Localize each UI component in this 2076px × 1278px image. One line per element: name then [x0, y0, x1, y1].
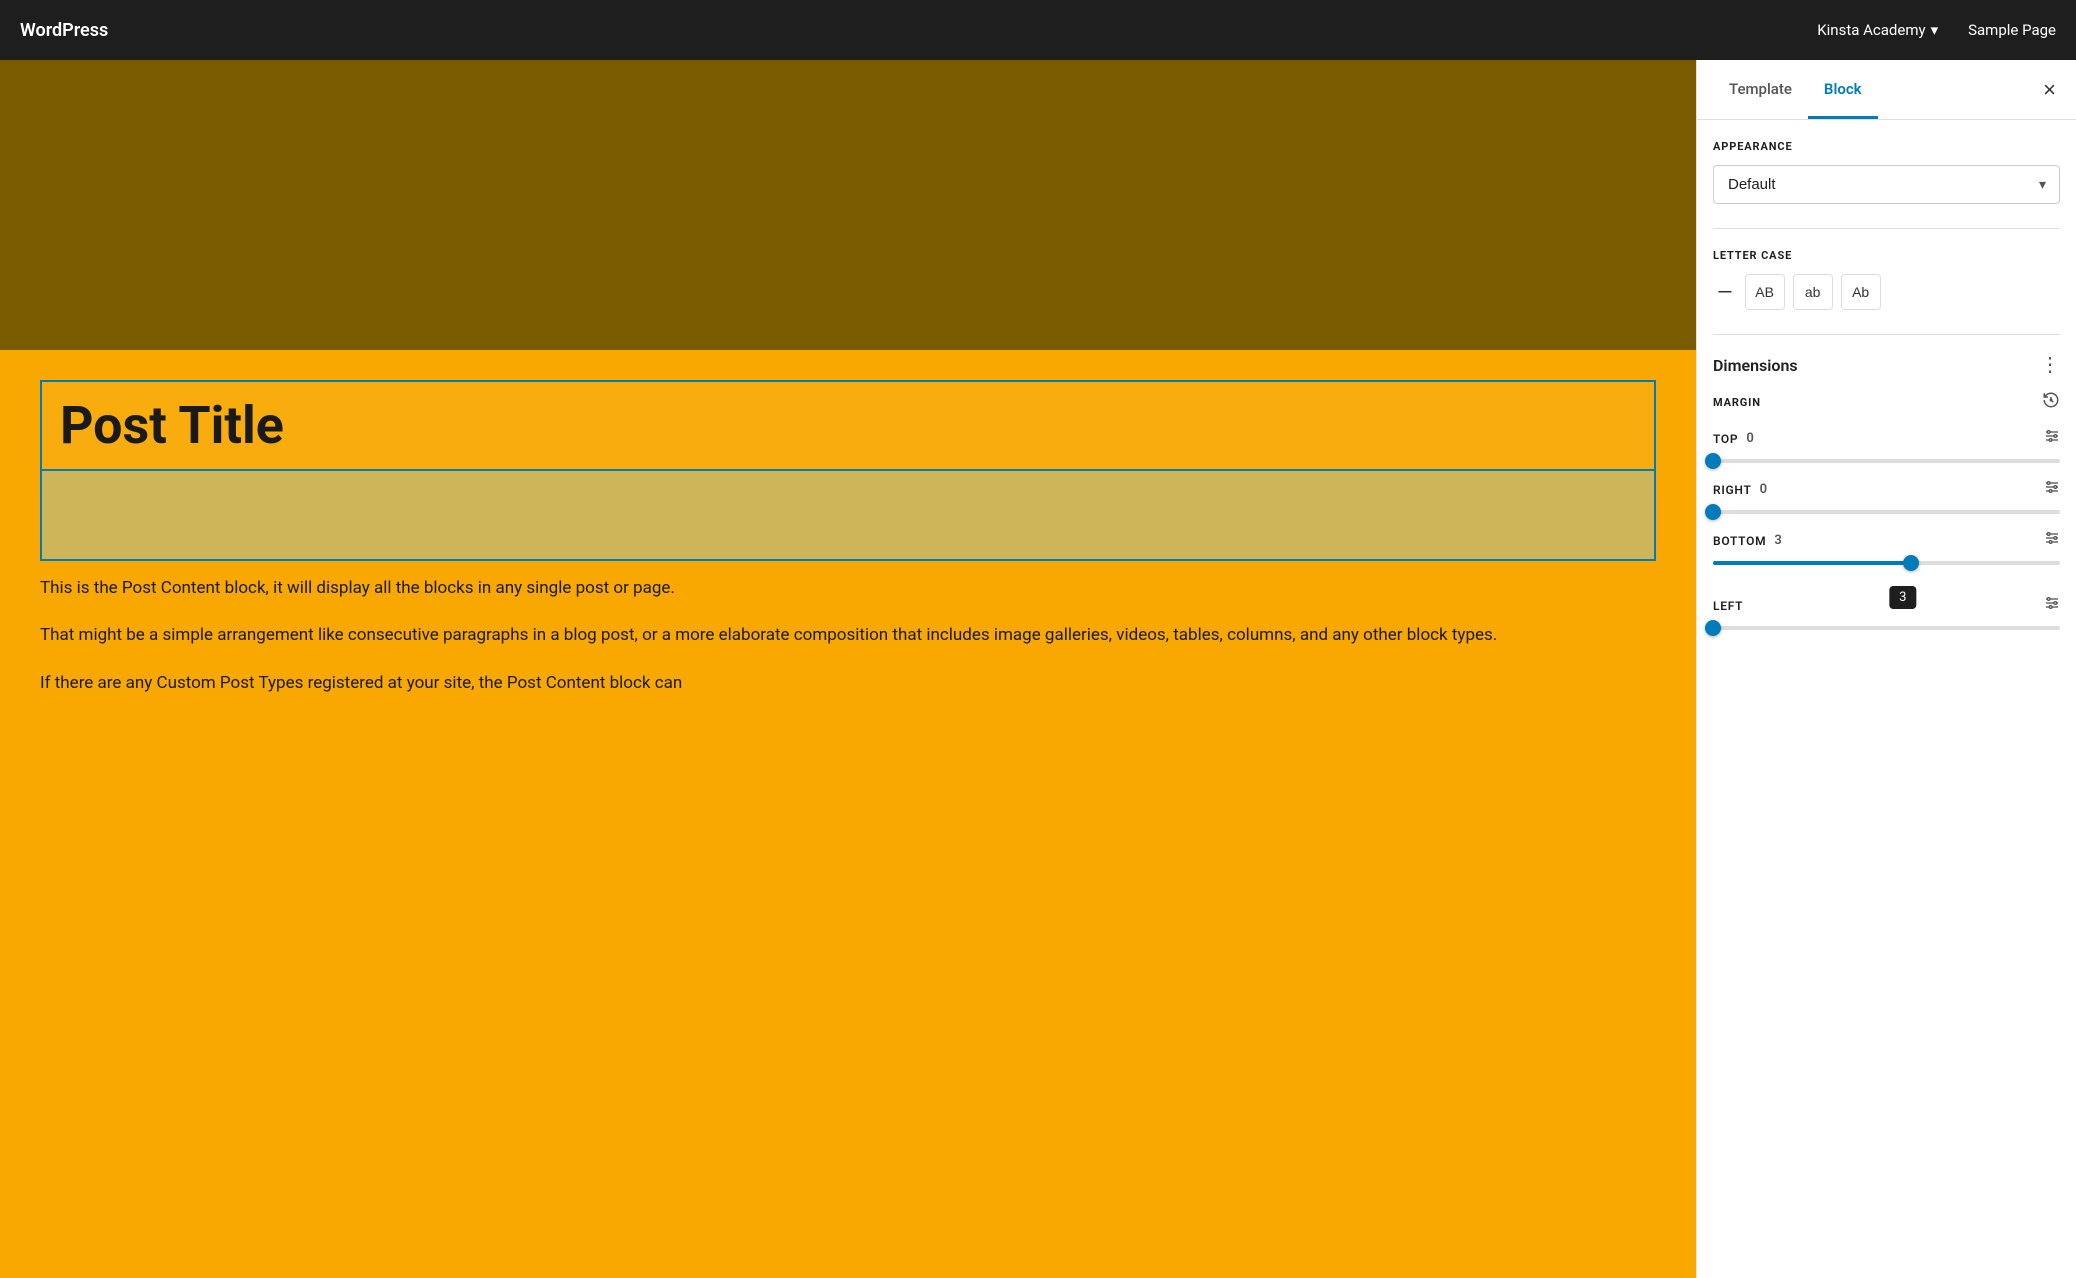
margin-left-options-button[interactable]: [2044, 595, 2060, 616]
margin-top-header: TOP 0: [1713, 428, 2060, 449]
margin-right-row: RIGHT 0: [1713, 479, 2060, 514]
content-area: Post Title This is the Post Content bloc…: [0, 350, 1696, 727]
lowercase-button[interactable]: ab: [1793, 274, 1833, 310]
margin-top-thumb[interactable]: [1705, 453, 1721, 469]
dimensions-header: Dimensions ⋮: [1713, 355, 2060, 375]
uppercase-button[interactable]: AB: [1745, 274, 1785, 310]
post-content-description: This is the Post Content block, it will …: [40, 575, 1656, 602]
margin-bottom-slider[interactable]: 3: [1713, 561, 2060, 565]
margin-header: MARGIN: [1713, 391, 2060, 414]
margin-top-label: TOP 0: [1713, 431, 1755, 446]
margin-bottom-value: 3: [1774, 533, 1782, 548]
margin-label: MARGIN: [1713, 396, 1761, 409]
divider-1: [1713, 228, 2060, 229]
margin-right-thumb[interactable]: [1705, 504, 1721, 520]
dimensions-menu-button[interactable]: ⋮: [2040, 355, 2060, 375]
margin-bottom-options-button[interactable]: [2044, 530, 2060, 551]
margin-bottom-tooltip: 3: [1889, 586, 1916, 609]
capitalize-button[interactable]: Ab: [1841, 274, 1881, 310]
margin-right-label: RIGHT 0: [1713, 482, 1768, 497]
post-para2: That might be a simple arrangement like …: [40, 622, 1656, 649]
tab-template[interactable]: Template: [1713, 62, 1808, 119]
tab-block[interactable]: Block: [1808, 62, 1878, 119]
canvas-area: Post Title This is the Post Content bloc…: [0, 60, 1696, 1278]
margin-top-row: TOP 0: [1713, 428, 2060, 463]
margin-bottom-thumb[interactable]: 3: [1903, 555, 1919, 571]
top-nav-right: Kinsta Academy ▾ Sample Page: [1817, 21, 2056, 39]
margin-section: MARGIN TOP 0: [1713, 391, 2060, 630]
right-sidebar: Template Block × APPEARANCE Default Prim…: [1696, 60, 2076, 1278]
margin-top-value: 0: [1746, 431, 1754, 446]
margin-bottom-slider-container: 3: [1713, 561, 2060, 579]
site-menu-label: Kinsta Academy: [1817, 21, 1925, 39]
appearance-section: APPEARANCE Default Primary Secondary: [1713, 140, 2060, 204]
sidebar-content: APPEARANCE Default Primary Secondary LET…: [1697, 120, 2076, 1278]
appearance-dropdown[interactable]: Default Primary Secondary: [1713, 165, 2060, 204]
post-content-placeholder: [40, 471, 1656, 561]
margin-right-value: 0: [1760, 482, 1768, 497]
appearance-dropdown-wrapper: Default Primary Secondary: [1713, 165, 2060, 204]
margin-top-options-button[interactable]: [2044, 428, 2060, 449]
chevron-down-icon: ▾: [1931, 21, 1939, 39]
main-layout: Post Title This is the Post Content bloc…: [0, 60, 2076, 1278]
post-para3: If there are any Custom Post Types regis…: [40, 670, 1656, 697]
margin-left-row: LEFT: [1713, 595, 2060, 630]
wordpress-logo: WordPress: [20, 20, 108, 41]
margin-left-header: LEFT: [1713, 595, 2060, 616]
letter-case-label: LETTER CASE: [1713, 249, 2060, 262]
post-title-block[interactable]: Post Title: [40, 380, 1656, 471]
margin-bottom-row: BOTTOM 3: [1713, 530, 2060, 579]
close-button[interactable]: ×: [2039, 75, 2060, 105]
divider-2: [1713, 334, 2060, 335]
top-nav: WordPress Kinsta Academy ▾ Sample Page: [0, 0, 2076, 60]
sidebar-header: Template Block ×: [1697, 60, 2076, 120]
sidebar-tabs: Template Block: [1713, 61, 1878, 118]
margin-bottom-header: BOTTOM 3: [1713, 530, 2060, 551]
margin-left-thumb[interactable]: [1705, 620, 1721, 636]
dimensions-title: Dimensions: [1713, 356, 1798, 375]
margin-right-options-button[interactable]: [2044, 479, 2060, 500]
margin-bottom-label: BOTTOM 3: [1713, 533, 1783, 548]
margin-right-slider[interactable]: [1713, 510, 2060, 514]
post-title: Post Title: [60, 395, 284, 456]
margin-left-label: LEFT: [1713, 599, 1751, 613]
letter-case-section: LETTER CASE — AB ab Ab: [1713, 249, 2060, 310]
margin-right-header: RIGHT 0: [1713, 479, 2060, 500]
appearance-label: APPEARANCE: [1713, 140, 2060, 153]
featured-image: [0, 60, 1696, 350]
letter-case-none-icon[interactable]: —: [1713, 280, 1737, 304]
sample-page-link[interactable]: Sample Page: [1968, 21, 2056, 39]
letter-case-options: — AB ab Ab: [1713, 274, 2060, 310]
margin-left-slider[interactable]: [1713, 626, 2060, 630]
site-menu-link[interactable]: Kinsta Academy ▾: [1817, 21, 1938, 39]
margin-reset-button[interactable]: [2042, 391, 2060, 414]
margin-bottom-fill: [1713, 561, 1911, 565]
margin-top-slider[interactable]: [1713, 459, 2060, 463]
